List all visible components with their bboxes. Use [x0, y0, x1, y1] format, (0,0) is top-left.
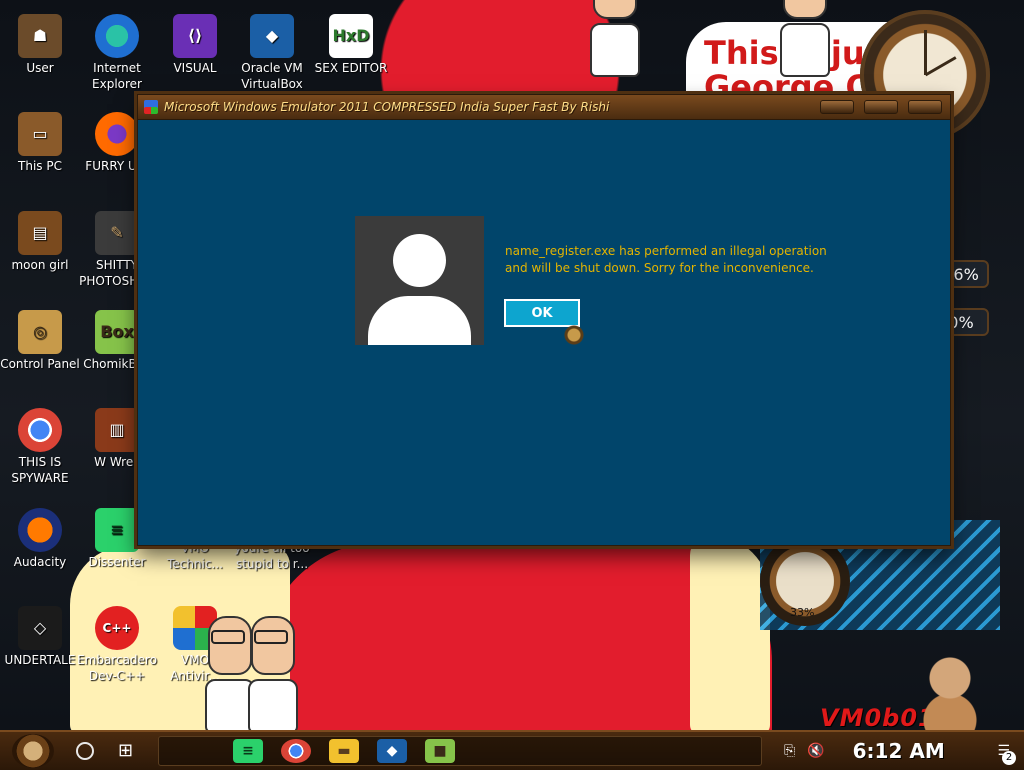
desktop-icon-internet-explorer[interactable]: Internet Explorer — [77, 8, 157, 92]
unity-icon: ◇ — [18, 606, 62, 650]
vm-logo-text: VM0b01 — [820, 704, 936, 732]
chrome-taskbar-icon[interactable]: ◉ — [281, 739, 311, 763]
error-dialog-window: Microsoft Windows Emulator 2011 COMPRESS… — [137, 94, 951, 546]
maximize-button[interactable] — [864, 100, 898, 114]
virtualbox-taskbar-icon[interactable]: ◆ — [377, 739, 407, 763]
dissenter-taskbar-icon[interactable]: ≡ — [233, 739, 263, 763]
volume-muted-icon[interactable]: 🔇 — [807, 743, 824, 759]
start-button[interactable] — [12, 734, 54, 768]
wallpaper-arm-right — [690, 535, 770, 735]
pressure-gauge: 33% — [760, 536, 850, 626]
control-panel-icon: ◎ — [18, 310, 62, 354]
desktop-icon-virtualbox[interactable]: ◆ Oracle VM VirtualBox — [232, 8, 312, 92]
virtualbox-icon: ◆ — [250, 14, 294, 58]
chrome-icon — [18, 408, 62, 452]
hex-editor-icon: HxD — [329, 14, 373, 58]
hamster-icon: Box — [95, 310, 139, 354]
meme-character — [248, 616, 298, 749]
folder-icon: ▤ — [18, 211, 62, 255]
error-message: name_register.exe has performed an illeg… — [505, 244, 827, 275]
dissenter-icon: ≡ — [95, 508, 139, 552]
desktop-icon-undertale[interactable]: ◇ UNDERTALE — [0, 600, 80, 668]
edge-icon — [95, 14, 139, 58]
system-tray: ⎘ 🔇 6:12 AM ☰ 2 — [784, 736, 1024, 766]
user-avatar-icon — [355, 216, 484, 345]
notification-icon[interactable]: ☰ 2 — [997, 743, 1016, 765]
animated-cursor-icon — [562, 323, 586, 347]
desktop-icon-visual[interactable]: ⟨⟩ VISUAL — [155, 8, 235, 76]
file-explorer-taskbar-icon[interactable]: ▬ — [329, 739, 359, 763]
desktop-icon-moon-girl[interactable]: ▤ moon girl — [0, 205, 80, 273]
desktop-icon-user[interactable]: ☗ User — [0, 8, 80, 76]
computer-icon: ▭ — [18, 112, 62, 156]
windows-logo-icon — [144, 100, 158, 114]
taskbar-app-area: ≡ ◉ ▬ ◆ ■ — [158, 736, 762, 766]
desktop-icon-control-panel[interactable]: ◎ Control Panel — [0, 304, 80, 372]
gimp-icon: ✎ — [95, 211, 139, 255]
meme-character — [205, 616, 255, 749]
window-title: Microsoft Windows Emulator 2011 COMPRESS… — [164, 100, 610, 114]
close-button[interactable] — [908, 100, 942, 114]
visual-studio-icon: ⟨⟩ — [173, 14, 217, 58]
meme-character — [590, 0, 640, 77]
window-titlebar[interactable]: Microsoft Windows Emulator 2011 COMPRESS… — [138, 95, 950, 120]
window-controls — [820, 100, 950, 114]
desktop-icon-sex-editor[interactable]: HxD SEX EDITOR — [311, 8, 391, 76]
notification-count: 2 — [1002, 751, 1016, 765]
devcpp-icon: C++ — [95, 606, 139, 650]
audacity-icon — [18, 508, 62, 552]
minimize-button[interactable] — [820, 100, 854, 114]
user-icon: ☗ — [18, 14, 62, 58]
desktop-icon-this-pc[interactable]: ▭ This PC — [0, 106, 80, 174]
desktop-icon-devcpp[interactable]: C++ Embarcadero Dev-C++ — [77, 600, 157, 684]
wreck-icon: ▥ — [95, 408, 139, 452]
search-circle-icon[interactable] — [76, 742, 94, 760]
firefox-icon — [95, 112, 139, 156]
network-icon[interactable]: ⎘ — [784, 743, 795, 759]
desktop-icon-chrome[interactable]: THIS IS SPYWARE — [0, 402, 80, 486]
taskbar: ⊞ ≡ ◉ ▬ ◆ ■ ⎘ 🔇 6:12 AM ☰ 2 — [0, 730, 1024, 770]
chomikbox-taskbar-icon[interactable]: ■ — [425, 739, 455, 763]
task-view-icon[interactable]: ⊞ — [118, 742, 133, 760]
clock-time[interactable]: 6:12 AM — [853, 739, 945, 763]
meme-character — [780, 0, 830, 77]
desktop-icon-audacity[interactable]: Audacity — [0, 502, 80, 570]
pressure-gauge-value: 33% — [790, 606, 815, 619]
